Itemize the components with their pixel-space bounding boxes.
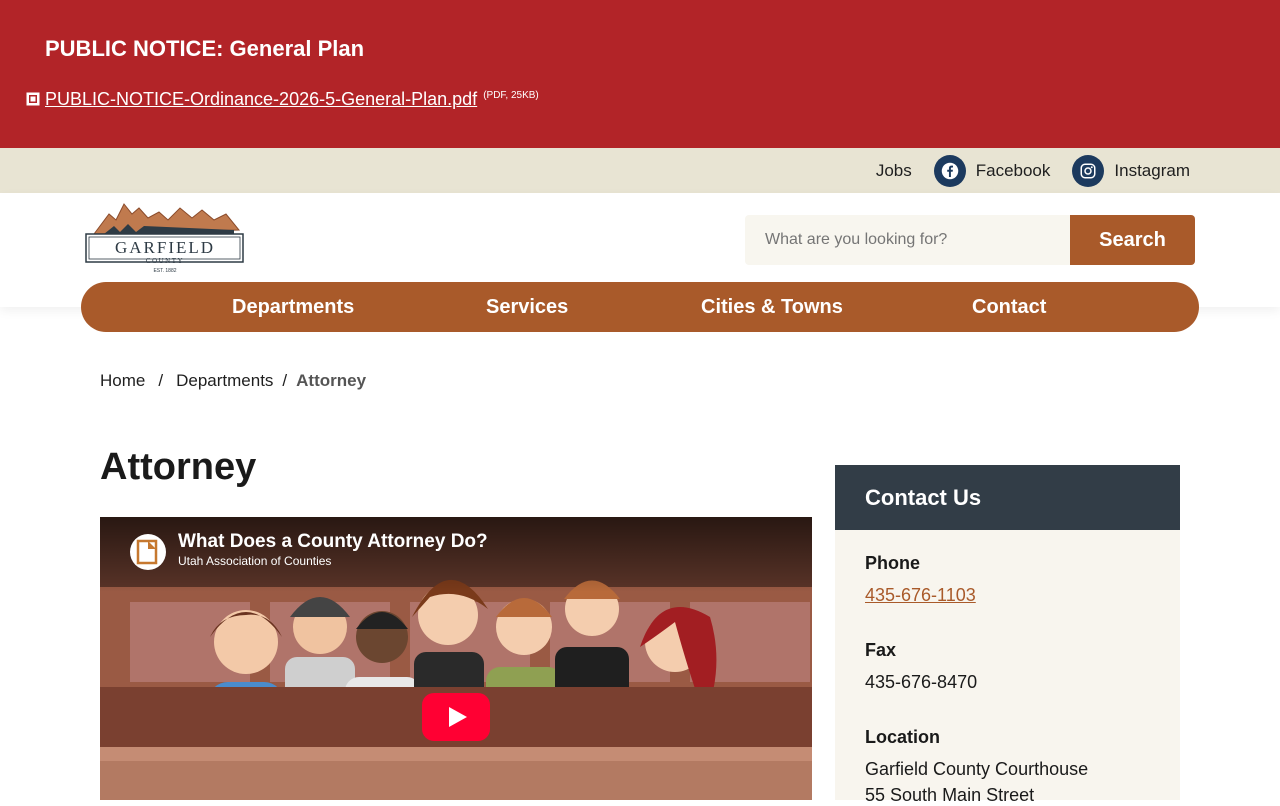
- fax-label: Fax: [865, 640, 897, 660]
- jobs-label: Jobs: [875, 160, 912, 180]
- logo-est: EST. 1882: [153, 268, 176, 274]
- breadcrumb-departments[interactable]: Departments: [176, 371, 273, 391]
- notice-pdf-link[interactable]: PUBLIC-NOTICE-Ordinance-2026-5-General-P…: [45, 89, 477, 110]
- logo-wordmark: GARFIELD: [115, 238, 215, 257]
- nav-contact[interactable]: Contact: [972, 282, 1046, 332]
- utility-bar: Jobs Facebook Instagram: [0, 148, 1280, 193]
- breadcrumb-separator: /: [158, 371, 164, 390]
- logo-sub: COUNTY: [146, 257, 184, 265]
- public-notice-banner: PUBLIC NOTICE: General Plan PUBLIC-NOTIC…: [0, 0, 1280, 148]
- breadcrumb-home[interactable]: Home: [100, 371, 145, 391]
- facebook-link[interactable]: Facebook: [933, 154, 1051, 187]
- search-button[interactable]: Search: [1070, 215, 1195, 265]
- page-title: Attorney: [100, 446, 257, 488]
- video-title[interactable]: What Does a County Attorney Do?: [178, 531, 488, 553]
- play-icon[interactable]: [422, 693, 490, 741]
- jobs-link[interactable]: Jobs: [876, 161, 912, 181]
- breadcrumb-separator: /: [282, 371, 288, 390]
- instagram-link[interactable]: Instagram: [1072, 154, 1190, 187]
- notice-title: PUBLIC NOTICE: General Plan: [45, 36, 365, 61]
- notice-pdf-size: (PDF, 25KB): [483, 90, 539, 101]
- location-line-1: Garfield County Courthouse: [865, 759, 1089, 779]
- location-line-2: 55 South Main Street: [865, 785, 1035, 805]
- facebook-icon: [933, 154, 966, 187]
- breadcrumb: Home / Departments / Attorney: [100, 371, 366, 391]
- contact-card: Contact Us Phone 435-676-1103 Fax 435-67…: [835, 465, 1180, 805]
- search-input[interactable]: [745, 215, 1070, 265]
- phone-label: Phone: [865, 553, 921, 573]
- fax-value: 435-676-8470: [865, 672, 978, 692]
- location-label: Location: [865, 727, 940, 747]
- notice-attachment: PUBLIC-NOTICE-Ordinance-2026-5-General-P…: [26, 89, 539, 110]
- channel-avatar[interactable]: [130, 534, 166, 570]
- breadcrumb-current: Attorney: [296, 371, 367, 390]
- nav-cities-towns[interactable]: Cities & Towns: [701, 282, 843, 332]
- video-channel: Utah Association of Counties: [178, 554, 332, 568]
- facebook-label: Facebook: [975, 160, 1051, 180]
- contact-heading: Contact Us: [835, 465, 1180, 530]
- main-nav: Departments Services Cities & Towns Cont…: [81, 282, 1199, 332]
- nav-departments[interactable]: Departments: [232, 282, 354, 332]
- instagram-icon: [1072, 154, 1105, 187]
- phone-link[interactable]: 435-676-1103: [865, 585, 976, 605]
- channel-logo-icon: [136, 539, 158, 565]
- instagram-label: Instagram: [1114, 160, 1190, 180]
- nav-services[interactable]: Services: [486, 282, 568, 332]
- pdf-file-icon: [26, 92, 40, 106]
- garfield-county-logo[interactable]: GARFIELD COUNTY EST. 1882: [84, 196, 246, 276]
- video-embed[interactable]: What Does a County Attorney Do? Utah Ass…: [100, 517, 812, 800]
